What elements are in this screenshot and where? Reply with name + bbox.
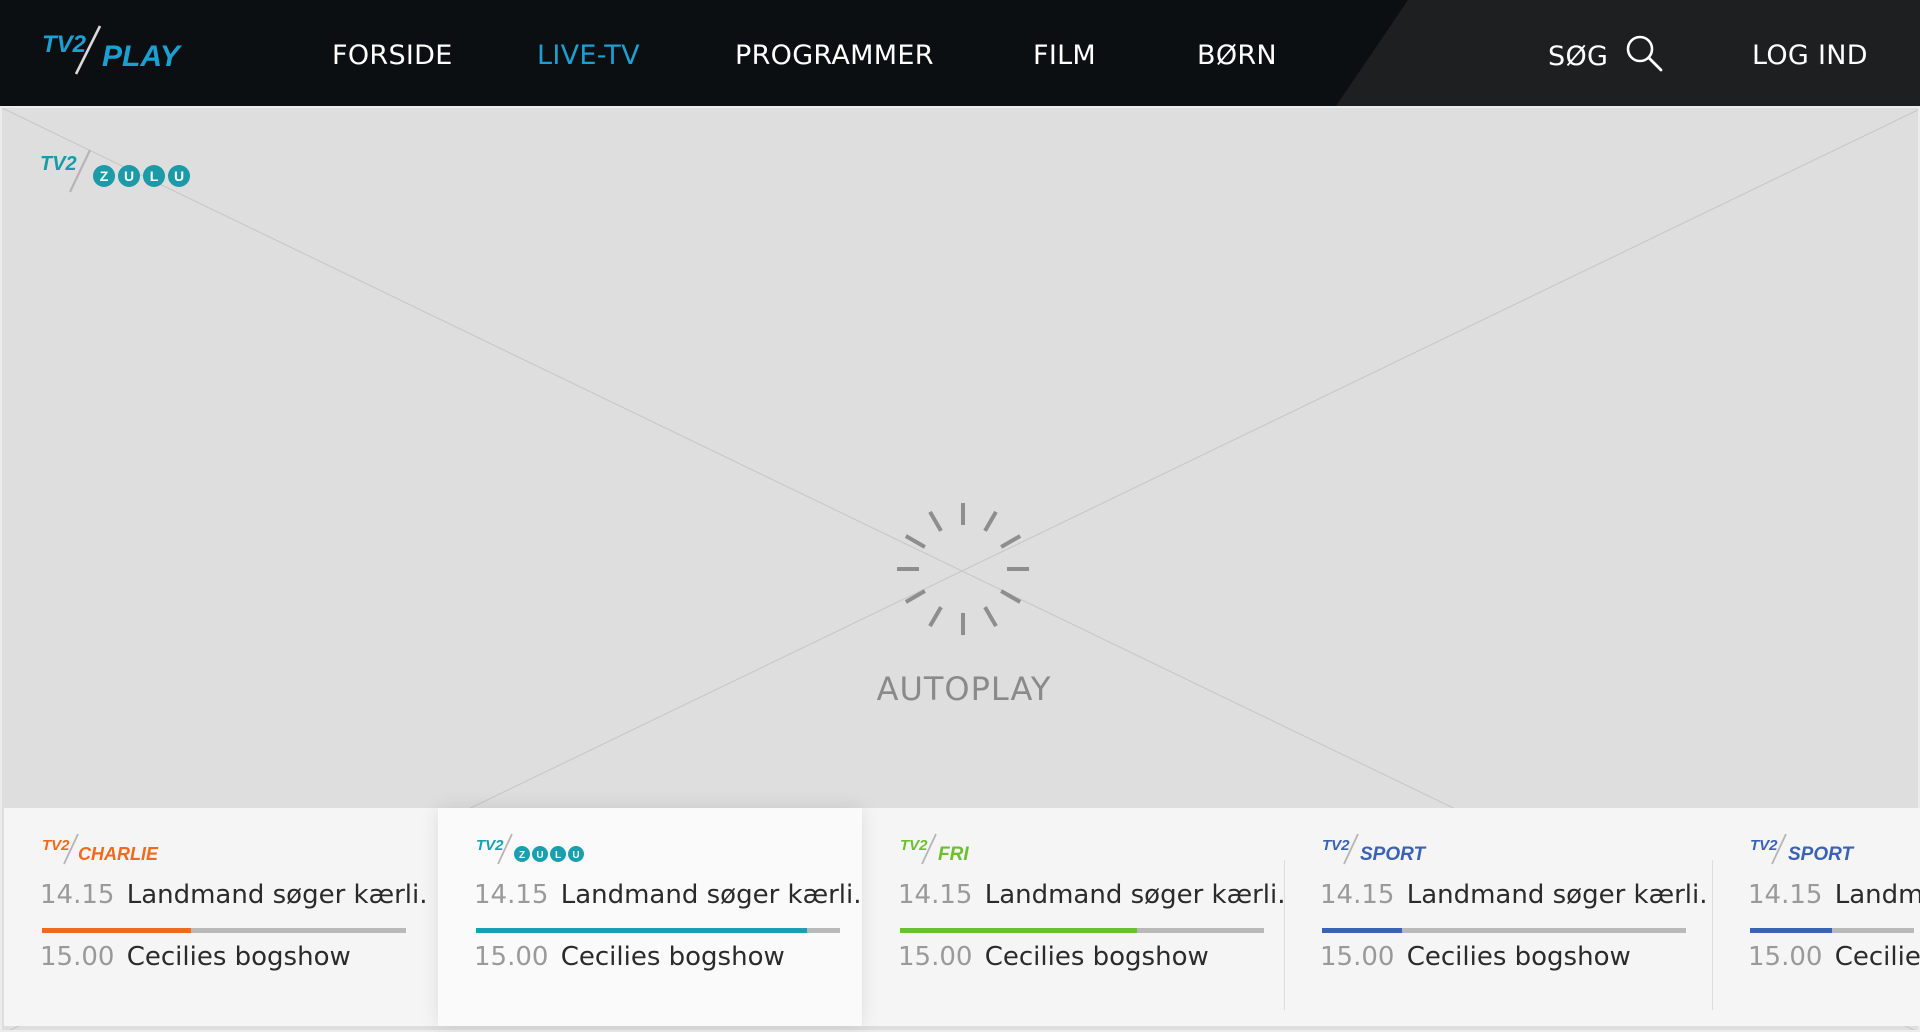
svg-text:TV2: TV2 [1322, 837, 1350, 854]
program-progress-bar [900, 928, 1264, 933]
svg-text:TV2: TV2 [42, 837, 70, 854]
tv2-charlie-logo: TV2 CHARLIE [42, 832, 182, 866]
login-button[interactable]: LOG IND [1752, 0, 1868, 106]
up-next: 15.00 Cecilies bogshow [898, 942, 1209, 972]
spinner-tick [928, 510, 943, 532]
loading-spinner-icon [878, 484, 1048, 654]
search-button[interactable]: SØG [1548, 0, 1664, 106]
svg-text:TV2: TV2 [900, 837, 928, 854]
channel-card-sport[interactable]: TV2 SPORT 14.15 Landmand søger kærli... … [1284, 808, 1708, 1026]
svg-text:SPORT: SPORT [1360, 844, 1427, 865]
svg-text:U: U [174, 168, 184, 184]
nav-item-born[interactable]: BØRN [1197, 0, 1277, 106]
spinner-tick [1000, 589, 1022, 604]
nav-item-film[interactable]: FILM [1033, 0, 1096, 106]
search-label: SØG [1548, 40, 1609, 72]
svg-text:U: U [536, 850, 543, 861]
program-progress-bar [1750, 928, 1914, 933]
tv2-zulu-logo-icon: TV2 Z U L U [40, 149, 190, 193]
now-playing: 14.15 Landmand søger kærli... [898, 880, 1286, 910]
spinner-tick [904, 589, 926, 604]
svg-text:PLAY: PLAY [102, 40, 183, 73]
nav-item-live-tv[interactable]: LIVE-TV [537, 0, 640, 106]
spinner-tick [904, 534, 926, 549]
svg-text:L: L [150, 168, 159, 184]
now-playing: 14.15 Landma [1748, 880, 1920, 910]
svg-text:L: L [555, 850, 561, 861]
spinner-tick [983, 510, 998, 532]
program-progress-bar [476, 928, 840, 933]
tv2-logo-mark-icon: TV2 PLAY [42, 25, 183, 75]
svg-text:SPORT: SPORT [1788, 844, 1855, 865]
svg-text:U: U [124, 168, 134, 184]
svg-text:TV2: TV2 [476, 837, 504, 854]
svg-text:CHARLIE: CHARLIE [78, 844, 159, 864]
nav-item-programmer[interactable]: PROGRAMMER [735, 0, 934, 106]
spinner-tick [928, 606, 943, 628]
tv2-zulu-logo: TV2 Z U L U [476, 832, 596, 866]
channel-card-sport-2[interactable]: TV2 SPORT 14.15 Landma 15.00 Cecilies [1712, 808, 1920, 1026]
up-next: 15.00 Cecilies bogshow [40, 942, 351, 972]
channel-card-zulu[interactable]: TV2 Z U L U 14.15 Landmand søger kærli..… [438, 808, 862, 1026]
program-progress-bar [42, 928, 406, 933]
tv2-sport-logo: TV2 SPORT [1750, 832, 1890, 866]
program-progress-bar [1322, 928, 1686, 933]
svg-text:TV2: TV2 [40, 153, 77, 175]
svg-text:TV2: TV2 [1750, 837, 1778, 854]
now-playing: 14.15 Landmand søger kærli... [40, 880, 428, 910]
svg-text:U: U [572, 850, 579, 861]
channel-strip: TV2 CHARLIE 14.15 Landmand søger kærli..… [4, 808, 1920, 1026]
top-navigation-bar: TV2 PLAY FORSIDE LIVE-TV PROGRAMMER FILM… [0, 0, 1920, 106]
svg-text:TV2: TV2 [42, 31, 87, 58]
now-playing: 14.15 Landmand søger kærli... [1320, 880, 1708, 910]
channel-bug-zulu-logo: TV2 Z U L U [40, 146, 196, 200]
nav-item-forside[interactable]: FORSIDE [332, 0, 453, 106]
spinner-tick [1000, 534, 1022, 549]
search-icon [1624, 33, 1664, 73]
channel-card-fri[interactable]: TV2 FRI 14.15 Landmand søger kærli... 15… [862, 808, 1286, 1026]
svg-text:Z: Z [519, 850, 525, 861]
up-next: 15.00 Cecilies [1748, 942, 1920, 972]
channel-card-charlie[interactable]: TV2 CHARLIE 14.15 Landmand søger kærli..… [4, 808, 428, 1026]
up-next: 15.00 Cecilies bogshow [474, 942, 785, 972]
autoplay-label: AUTOPLAY [876, 670, 1052, 708]
svg-text:Z: Z [100, 168, 109, 184]
now-playing: 14.15 Landmand søger kærli... [474, 880, 862, 910]
tv2-play-logo[interactable]: TV2 PLAY [40, 22, 200, 78]
up-next: 15.00 Cecilies bogshow [1320, 942, 1631, 972]
spinner-tick [983, 606, 998, 628]
tv2-fri-logo: TV2 FRI [900, 832, 1020, 866]
svg-text:FRI: FRI [938, 844, 969, 865]
tv2-sport-logo: TV2 SPORT [1322, 832, 1462, 866]
